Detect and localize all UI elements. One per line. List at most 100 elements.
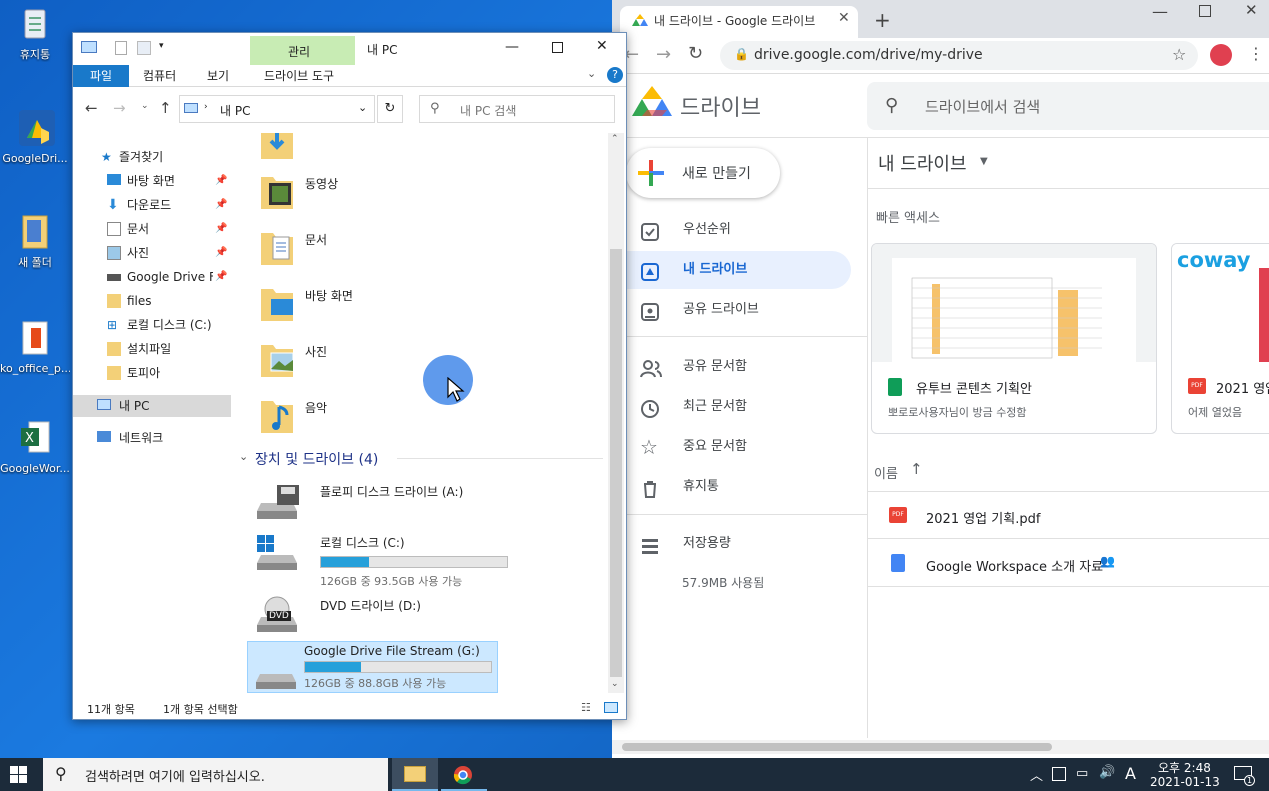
explorer-vertical-scrollbar[interactable]: ⌃ ⌄ bbox=[608, 133, 624, 693]
nav-files[interactable]: files bbox=[73, 290, 231, 312]
devices-collapse-icon[interactable]: ⌄ bbox=[239, 450, 248, 463]
drive-nav-priority[interactable]: 우선순위 bbox=[626, 211, 851, 249]
tab-view[interactable]: 보기 bbox=[197, 65, 239, 87]
desktop-icon-google-drive[interactable]: GoogleDri... bbox=[0, 108, 70, 165]
pin-icon[interactable]: 📌 bbox=[215, 194, 227, 216]
clock-date[interactable]: 2021-01-13 bbox=[1150, 775, 1220, 789]
folder-music-label[interactable]: 음악 bbox=[305, 399, 327, 416]
properties-icon[interactable] bbox=[115, 41, 127, 55]
address-bar[interactable]: 🔒 drive.google.com/drive/my-drive ☆ bbox=[720, 41, 1198, 70]
drive-search-box[interactable]: ⚲ 드라이브에서 검색 bbox=[867, 82, 1269, 130]
my-drive-heading[interactable]: 내 드라이브 bbox=[878, 150, 967, 176]
documents-folder-icon[interactable] bbox=[259, 227, 295, 267]
nav-google-drive[interactable]: Google Drive Fil 📌 bbox=[73, 266, 231, 288]
taskbar-chrome[interactable] bbox=[441, 758, 487, 791]
music-folder-icon[interactable] bbox=[259, 395, 295, 435]
minimize-icon[interactable]: — bbox=[1152, 2, 1168, 21]
nav-network[interactable]: 네트워크 bbox=[73, 427, 231, 449]
tab-file[interactable]: 파일 bbox=[73, 65, 129, 87]
pin-icon[interactable]: 📌 bbox=[215, 266, 227, 288]
sort-arrow-icon[interactable]: ↑ bbox=[910, 460, 923, 478]
desktop-icon-new-folder[interactable]: 새 폴더 bbox=[0, 210, 70, 270]
address-dropdown-icon[interactable]: ⌄ bbox=[358, 101, 367, 114]
help-icon[interactable]: ? bbox=[607, 67, 623, 83]
desktop-icon-office-installer[interactable]: ko_office_p... bbox=[0, 318, 70, 375]
drive-nav-starred[interactable]: ☆ 중요 문서함 bbox=[626, 428, 851, 466]
new-tab-icon[interactable]: + bbox=[874, 8, 891, 32]
chrome-horizontal-scrollbar[interactable] bbox=[612, 740, 1269, 754]
minimize-icon[interactable]: — bbox=[505, 39, 519, 55]
windows-start-icon[interactable] bbox=[10, 766, 28, 787]
qa-dropdown-icon[interactable]: ▾ bbox=[159, 41, 164, 51]
heading-dropdown-icon[interactable]: ▼ bbox=[980, 156, 988, 167]
maximize-icon[interactable] bbox=[1199, 5, 1211, 17]
volume-icon[interactable]: 🔊 bbox=[1099, 765, 1115, 780]
recent-dropdown-icon[interactable]: ⌄ bbox=[141, 101, 149, 111]
desktop-icon-google-workspace-sheet[interactable]: X GoogleWor... bbox=[0, 418, 70, 475]
address-bar[interactable]: › 내 PC ⌄ bbox=[179, 95, 375, 123]
drive-nav-shared-drives[interactable]: 공유 드라이브 bbox=[626, 291, 851, 329]
close-icon[interactable]: ✕ bbox=[1245, 1, 1258, 19]
new-button[interactable]: 새로 만들기 bbox=[626, 148, 780, 198]
drive-google-stream[interactable]: Google Drive File Stream (G:) 126GB 중 88… bbox=[247, 641, 498, 693]
back-icon[interactable]: ← bbox=[85, 99, 98, 117]
reload-icon[interactable]: ↻ bbox=[688, 43, 703, 64]
downloads-folder-icon[interactable] bbox=[259, 133, 295, 161]
drive-nav-shared-with-me[interactable]: 공유 문서함 bbox=[626, 348, 851, 386]
drive-floppy[interactable]: 플로피 디스크 드라이브 (A:) bbox=[249, 479, 511, 535]
folder-videos-label[interactable]: 동영상 bbox=[305, 175, 338, 192]
tab-close-icon[interactable]: ✕ bbox=[838, 10, 850, 26]
bookmark-star-icon[interactable]: ☆ bbox=[1172, 45, 1186, 64]
drive-nav-recent[interactable]: 최근 문서함 bbox=[626, 388, 851, 426]
pictures-folder-icon[interactable] bbox=[259, 339, 295, 379]
drive-nav-my-drive[interactable]: 내 드라이브 bbox=[612, 251, 851, 289]
scroll-down-icon[interactable]: ⌄ bbox=[611, 679, 619, 689]
nav-desktop[interactable]: 바탕 화면 📌 bbox=[73, 170, 231, 192]
file-row[interactable]: Google Workspace 소개 자료 👥 bbox=[868, 540, 1269, 587]
taskbar-search-box[interactable]: ⚲ 검색하려면 여기에 입력하십시오. bbox=[43, 758, 388, 791]
forward-icon[interactable]: → bbox=[656, 44, 671, 65]
details-view-icon[interactable]: ☷ bbox=[581, 701, 591, 714]
menu-dots-icon[interactable]: ⋮ bbox=[1248, 44, 1264, 63]
nav-pictures[interactable]: 사진 📌 bbox=[73, 242, 231, 264]
drive-local-c[interactable]: 로컬 디스크 (C:) 126GB 중 93.5GB 사용 가능 bbox=[249, 529, 511, 588]
scrollbar-thumb[interactable] bbox=[610, 249, 622, 677]
quick-access-card[interactable]: coway PDF 2021 영업 어제 열었음 bbox=[1171, 243, 1269, 434]
folder-desktop-label[interactable]: 바탕 화면 bbox=[305, 287, 353, 304]
tray-overflow-icon[interactable]: ︿ bbox=[1030, 765, 1043, 784]
desktop-icon-recycle-bin[interactable]: 휴지통 bbox=[0, 2, 70, 62]
drive-tray-icon[interactable] bbox=[1052, 767, 1066, 781]
clock-time[interactable]: 오후 2:48 bbox=[1158, 759, 1211, 776]
new-folder-qa-icon[interactable] bbox=[137, 41, 151, 55]
network-tray-icon[interactable]: ▭ bbox=[1076, 766, 1088, 781]
taskbar-file-explorer[interactable] bbox=[392, 758, 438, 791]
pin-icon[interactable]: 📌 bbox=[215, 170, 227, 192]
up-icon[interactable]: ↑ bbox=[159, 99, 172, 117]
chrome-tab-drive[interactable]: 내 드라이브 - Google 드라이브 ✕ bbox=[620, 6, 858, 38]
close-icon[interactable]: ✕ bbox=[596, 38, 608, 54]
file-row[interactable]: PDF 2021 영업 기획.pdf bbox=[868, 492, 1269, 539]
pin-icon[interactable]: 📌 bbox=[215, 242, 227, 264]
search-box[interactable]: ⚲ 내 PC 검색 bbox=[419, 95, 615, 123]
refresh-icon[interactable]: ↻ bbox=[377, 95, 403, 123]
drive-nav-storage[interactable]: 저장용량 bbox=[626, 525, 851, 563]
list-header-name[interactable]: 이름 bbox=[874, 463, 898, 482]
nav-local-disk[interactable]: ⊞ 로컬 디스크 (C:) bbox=[73, 314, 231, 336]
drive-dvd[interactable]: DVD DVD 드라이브 (D:) bbox=[249, 591, 511, 647]
ime-indicator[interactable]: A bbox=[1125, 764, 1136, 783]
scroll-up-icon[interactable]: ⌃ bbox=[611, 134, 619, 144]
tab-drive-tools[interactable]: 드라이브 도구 bbox=[254, 65, 344, 87]
quick-access-card[interactable]: 유투브 콘텐츠 기획안 뽀로로사용자님이 방금 수정함 bbox=[871, 243, 1157, 434]
nav-documents[interactable]: 문서 📌 bbox=[73, 218, 231, 240]
nav-quick-access[interactable]: ★ 즐겨찾기 bbox=[73, 146, 231, 168]
nav-topia[interactable]: 토피아 bbox=[73, 362, 231, 384]
devices-section-header[interactable]: 장치 및 드라이브 (4) bbox=[255, 449, 378, 469]
maximize-icon[interactable] bbox=[552, 42, 563, 53]
nav-this-pc[interactable]: 내 PC bbox=[73, 395, 231, 417]
tab-computer[interactable]: 컴퓨터 bbox=[133, 65, 186, 87]
drive-nav-trash[interactable]: 휴지통 bbox=[626, 468, 851, 506]
desktop-folder-icon[interactable] bbox=[259, 283, 295, 323]
pin-icon[interactable]: 📌 bbox=[215, 218, 227, 240]
profile-avatar[interactable] bbox=[1210, 44, 1232, 66]
large-icons-view-icon[interactable] bbox=[604, 702, 618, 713]
